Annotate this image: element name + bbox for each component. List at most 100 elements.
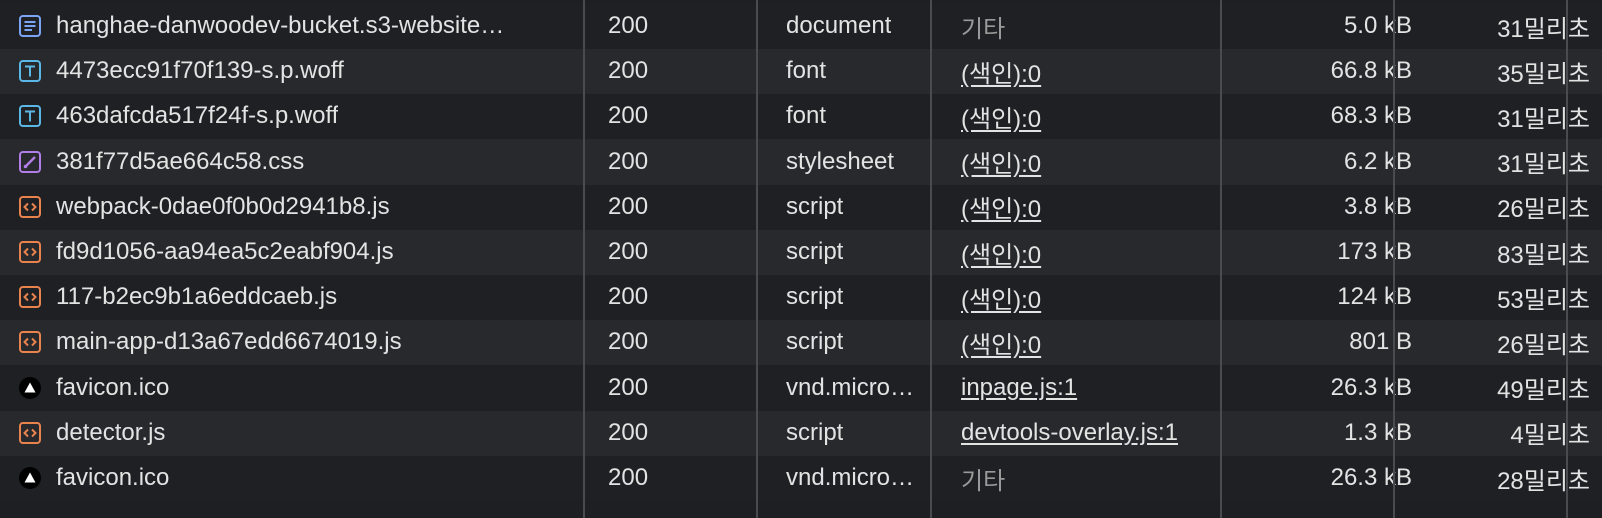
initiator-link[interactable]: (색인):0: [961, 99, 1041, 134]
column-divider[interactable]: [583, 0, 585, 518]
initiator-cell: devtools-overlay.js:1: [951, 410, 1247, 456]
status-code: 200: [608, 328, 649, 356]
request-name: favicon.ico: [56, 373, 170, 401]
favicon-icon: [18, 466, 42, 490]
name-cell[interactable]: fd9d1056-aa94ea5c2eabf904.js: [0, 229, 596, 275]
request-time: 4밀리초: [1510, 422, 1590, 450]
initiator-link[interactable]: (색인):0: [961, 189, 1041, 224]
request-time: 49밀리초: [1497, 377, 1590, 405]
initiator-link[interactable]: devtools-overlay.js:1: [961, 419, 1178, 447]
status-code: 200: [608, 464, 649, 491]
request-time: 31밀리초: [1497, 151, 1590, 179]
name-cell[interactable]: favicon.ico: [0, 455, 596, 501]
column-divider[interactable]: [1220, 0, 1222, 518]
type-cell: script: [774, 410, 951, 456]
status-code: 200: [608, 238, 649, 265]
table-row[interactable]: favicon.ico 200 vnd.micro… inpage.js:1 2…: [0, 364, 1602, 411]
initiator: 기타: [961, 15, 1006, 43]
table-row[interactable]: 463dafcda517f24f-s.p.woff 200 font (색인):…: [0, 93, 1602, 140]
initiator-cell: (색인):0: [951, 229, 1247, 275]
initiator: 기타: [961, 467, 1006, 495]
resource-type: script: [786, 283, 844, 311]
transfer-size: 68.3 kB: [1330, 102, 1412, 130]
table-row[interactable]: fd9d1056-aa94ea5c2eabf904.js 200 script …: [0, 229, 1602, 275]
type-cell: font: [774, 93, 951, 139]
table-row[interactable]: hanghae-danwoodev-bucket.s3-website… 200…: [0, 3, 1602, 49]
size-cell: 1.3 kB: [1247, 410, 1424, 456]
font-icon: [18, 104, 42, 128]
name-cell[interactable]: webpack-0dae0f0b0d2941b8.js: [0, 184, 596, 230]
request-name: main-app-d13a67edd6674019.js: [56, 328, 402, 356]
name-cell[interactable]: 463dafcda517f24f-s.p.woff: [0, 93, 596, 139]
request-time: 31밀리초: [1497, 15, 1590, 43]
font-icon: [18, 59, 42, 83]
time-cell: 31밀리초: [1424, 93, 1602, 139]
script-icon: [18, 240, 42, 264]
name-cell[interactable]: hanghae-danwoodev-bucket.s3-website…: [0, 3, 596, 49]
transfer-size: 26.3 kB: [1330, 373, 1412, 401]
name-cell[interactable]: 4473ecc91f70f139-s.p.woff: [0, 48, 596, 94]
table-row[interactable]: 381f77d5ae664c58.css 200 stylesheet (색인)…: [0, 138, 1602, 185]
type-cell: script: [774, 184, 951, 230]
request-time: 83밀리초: [1497, 241, 1590, 269]
status-cell: 200: [596, 184, 774, 230]
resource-type: script: [786, 418, 844, 446]
request-time: 35밀리초: [1497, 60, 1590, 88]
type-cell: font: [774, 48, 951, 94]
type-cell: stylesheet: [774, 139, 951, 185]
request-time: 26밀리초: [1497, 196, 1590, 224]
type-cell: vnd.micro…: [774, 455, 951, 501]
column-divider[interactable]: [756, 0, 758, 518]
status-cell: 200: [596, 410, 774, 456]
transfer-size: 6.2 kB: [1343, 147, 1412, 175]
transfer-size: 173 kB: [1337, 238, 1412, 265]
name-cell[interactable]: 381f77d5ae664c58.css: [0, 139, 596, 185]
size-cell: 26.3 kB: [1247, 455, 1424, 501]
initiator-link[interactable]: (색인):0: [961, 54, 1041, 89]
initiator-link[interactable]: (색인):0: [961, 325, 1041, 360]
column-divider[interactable]: [1566, 0, 1568, 518]
request-time: 28밀리초: [1497, 467, 1590, 495]
initiator-link[interactable]: inpage.js:1: [961, 374, 1077, 402]
transfer-size: 3.8 kB: [1343, 192, 1412, 220]
name-cell[interactable]: detector.js: [0, 410, 596, 456]
script-icon: [18, 421, 42, 445]
name-cell[interactable]: main-app-d13a67edd6674019.js: [0, 319, 596, 365]
status-code: 200: [608, 418, 649, 446]
initiator-link[interactable]: (색인):0: [961, 144, 1041, 179]
name-cell[interactable]: 117-b2ec9b1a6eddcaeb.js: [0, 274, 596, 320]
status-cell: 200: [596, 229, 774, 275]
script-icon: [18, 285, 42, 309]
name-cell[interactable]: favicon.ico: [0, 365, 596, 411]
initiator-link[interactable]: (색인):0: [961, 235, 1041, 270]
size-cell: 68.3 kB: [1247, 93, 1424, 139]
status-code: 200: [608, 147, 649, 175]
time-cell: 28밀리초: [1424, 455, 1602, 501]
favicon-icon: [18, 376, 42, 400]
initiator-cell: (색인):0: [951, 139, 1247, 185]
resource-type: stylesheet: [786, 147, 895, 175]
status-code: 200: [608, 373, 649, 401]
column-divider[interactable]: [1393, 0, 1395, 518]
table-row[interactable]: main-app-d13a67edd6674019.js 200 script …: [0, 319, 1602, 366]
request-name: 463dafcda517f24f-s.p.woff: [56, 102, 339, 130]
initiator-cell: (색인):0: [951, 274, 1247, 320]
status-cell: 200: [596, 93, 774, 139]
resource-type: font: [786, 57, 827, 85]
table-row[interactable]: detector.js 200 script devtools-overlay.…: [0, 409, 1602, 456]
table-row[interactable]: 4473ecc91f70f139-s.p.woff 200 font (색인):…: [0, 48, 1602, 95]
status-cell: 200: [596, 139, 774, 185]
column-divider[interactable]: [930, 0, 932, 518]
status-code: 200: [608, 283, 649, 311]
status-code: 200: [608, 12, 649, 39]
time-cell: 31밀리초: [1424, 139, 1602, 185]
table-row[interactable]: favicon.ico 200 vnd.micro… 기타 26.3 kB 28…: [0, 455, 1602, 501]
status-cell: 200: [596, 3, 774, 49]
initiator-link[interactable]: (색인):0: [961, 280, 1041, 315]
table-row[interactable]: webpack-0dae0f0b0d2941b8.js 200 script (…: [0, 183, 1602, 230]
table-row[interactable]: 117-b2ec9b1a6eddcaeb.js 200 script (색인):…: [0, 274, 1602, 321]
transfer-size: 26.3 kB: [1330, 464, 1412, 491]
time-cell: 31밀리초: [1424, 3, 1602, 49]
transfer-size: 5.0 kB: [1343, 12, 1412, 39]
request-name: fd9d1056-aa94ea5c2eabf904.js: [56, 238, 394, 265]
